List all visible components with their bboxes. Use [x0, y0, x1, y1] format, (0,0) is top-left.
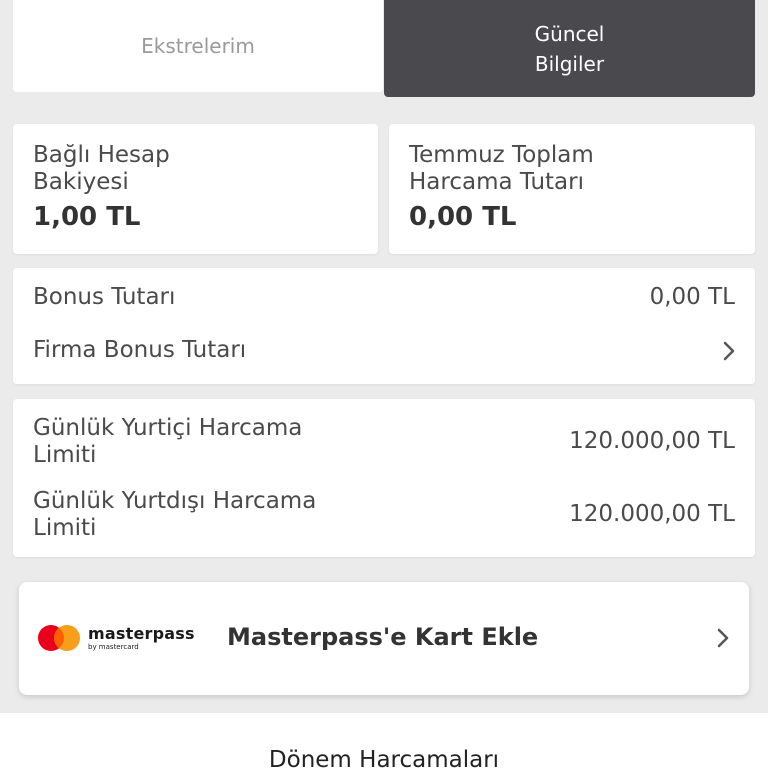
tab-statements-label: Ekstrelerim — [141, 34, 255, 58]
chevron-right-icon[interactable] — [721, 340, 737, 362]
bonus-card: Bonus Tutarı 0,00 TL Firma Bonus Tutarı — [13, 268, 755, 384]
tab-statements[interactable]: Ekstrelerim — [13, 0, 383, 92]
card-details-screen: Ekstrelerim Güncel Bilgiler Bağlı Hesap … — [0, 0, 768, 768]
bonus-value: 0,00 TL — [649, 284, 735, 310]
bonus-label: Bonus Tutarı — [33, 284, 176, 310]
masterpass-brand: masterpass — [88, 624, 195, 643]
monthly-total-amount: 0,00 TL — [409, 202, 517, 232]
spending-limits-card: Günlük Yurtiçi Harcama Limiti 120.000,00… — [13, 399, 755, 557]
period-spending-sheet[interactable]: Dönem Harcamaları — [0, 713, 768, 768]
tab-current-info-label: Güncel Bilgiler — [534, 21, 605, 76]
balance-title: Bağlı Hesap Bakiyesi — [33, 142, 170, 195]
domestic-limit-value: 120.000,00 TL — [569, 428, 735, 454]
monthly-total-title: Temmuz Toplam Harcama Tutarı — [409, 142, 594, 195]
mastercard-logo-icon — [38, 625, 80, 651]
abroad-limit-value: 120.000,00 TL — [569, 501, 735, 527]
company-bonus-row[interactable]: Firma Bonus Tutarı — [33, 337, 246, 364]
monthly-total-card: Temmuz Toplam Harcama Tutarı 0,00 TL — [389, 124, 755, 254]
balance-amount: 1,00 TL — [33, 202, 141, 232]
abroad-limit-label: Günlük Yurtdışı Harcama Limiti — [33, 488, 317, 541]
masterpass-add-card-button[interactable]: masterpass by mastercard Masterpass'e Ka… — [19, 582, 749, 695]
masterpass-title: Masterpass'e Kart Ekle — [227, 623, 539, 651]
period-spending-title: Dönem Harcamaları — [268, 747, 500, 768]
masterpass-by: by mastercard — [88, 643, 139, 651]
tab-current-info[interactable]: Güncel Bilgiler — [384, 0, 755, 97]
linked-account-balance-card: Bağlı Hesap Bakiyesi 1,00 TL — [13, 124, 378, 254]
chevron-right-icon — [717, 628, 729, 648]
domestic-limit-label: Günlük Yurtiçi Harcama Limiti — [33, 415, 303, 468]
